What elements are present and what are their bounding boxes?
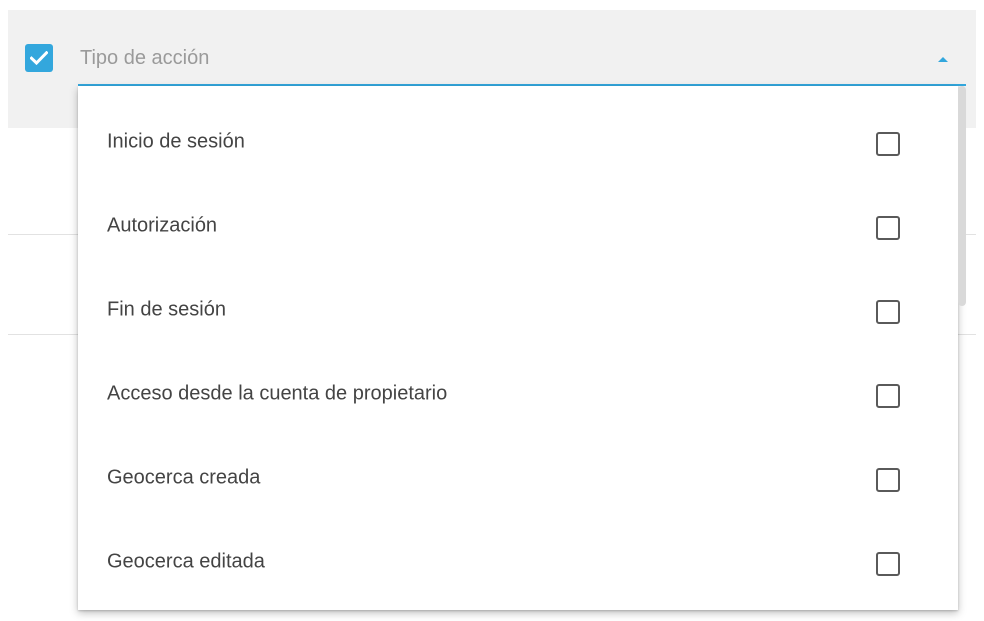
- option-label: Autorización: [107, 214, 218, 237]
- dropdown-option-autorizacion[interactable]: Autorización: [78, 184, 958, 268]
- option-checkbox[interactable]: [876, 384, 900, 408]
- action-type-checkbox[interactable]: [25, 44, 53, 72]
- option-checkbox[interactable]: [876, 552, 900, 576]
- stage: Tipo de acción Inicio de sesión Autoriza…: [0, 0, 984, 621]
- dropdown-option-geocerca-creada[interactable]: Geocerca creada: [78, 436, 958, 520]
- dropdown-option-geocerca-editada[interactable]: Geocerca editada: [78, 520, 958, 604]
- option-label: Inicio de sesión: [107, 130, 245, 153]
- option-label: Geocerca creada: [107, 466, 261, 489]
- option-checkbox[interactable]: [876, 132, 900, 156]
- action-type-dropdown: Inicio de sesión Autorización Fin de ses…: [78, 86, 958, 610]
- dropdown-toggle[interactable]: [936, 52, 950, 66]
- option-checkbox[interactable]: [876, 300, 900, 324]
- dropdown-option-fin-de-sesion[interactable]: Fin de sesión: [78, 268, 958, 352]
- dropdown-option-inicio-de-sesion[interactable]: Inicio de sesión: [78, 100, 958, 184]
- dropdown-option-acceso-cuenta-propietario[interactable]: Acceso desde la cuenta de propietario: [78, 352, 958, 436]
- option-label: Geocerca editada: [107, 550, 265, 573]
- option-label: Acceso desde la cuenta de propietario: [107, 382, 448, 405]
- action-type-label[interactable]: Tipo de acción: [80, 44, 209, 72]
- dropdown-scrollbar[interactable]: [958, 86, 966, 306]
- caret-up-icon: [938, 57, 948, 62]
- option-checkbox[interactable]: [876, 216, 900, 240]
- option-checkbox[interactable]: [876, 468, 900, 492]
- option-label: Fin de sesión: [107, 298, 226, 321]
- check-icon: [30, 51, 48, 65]
